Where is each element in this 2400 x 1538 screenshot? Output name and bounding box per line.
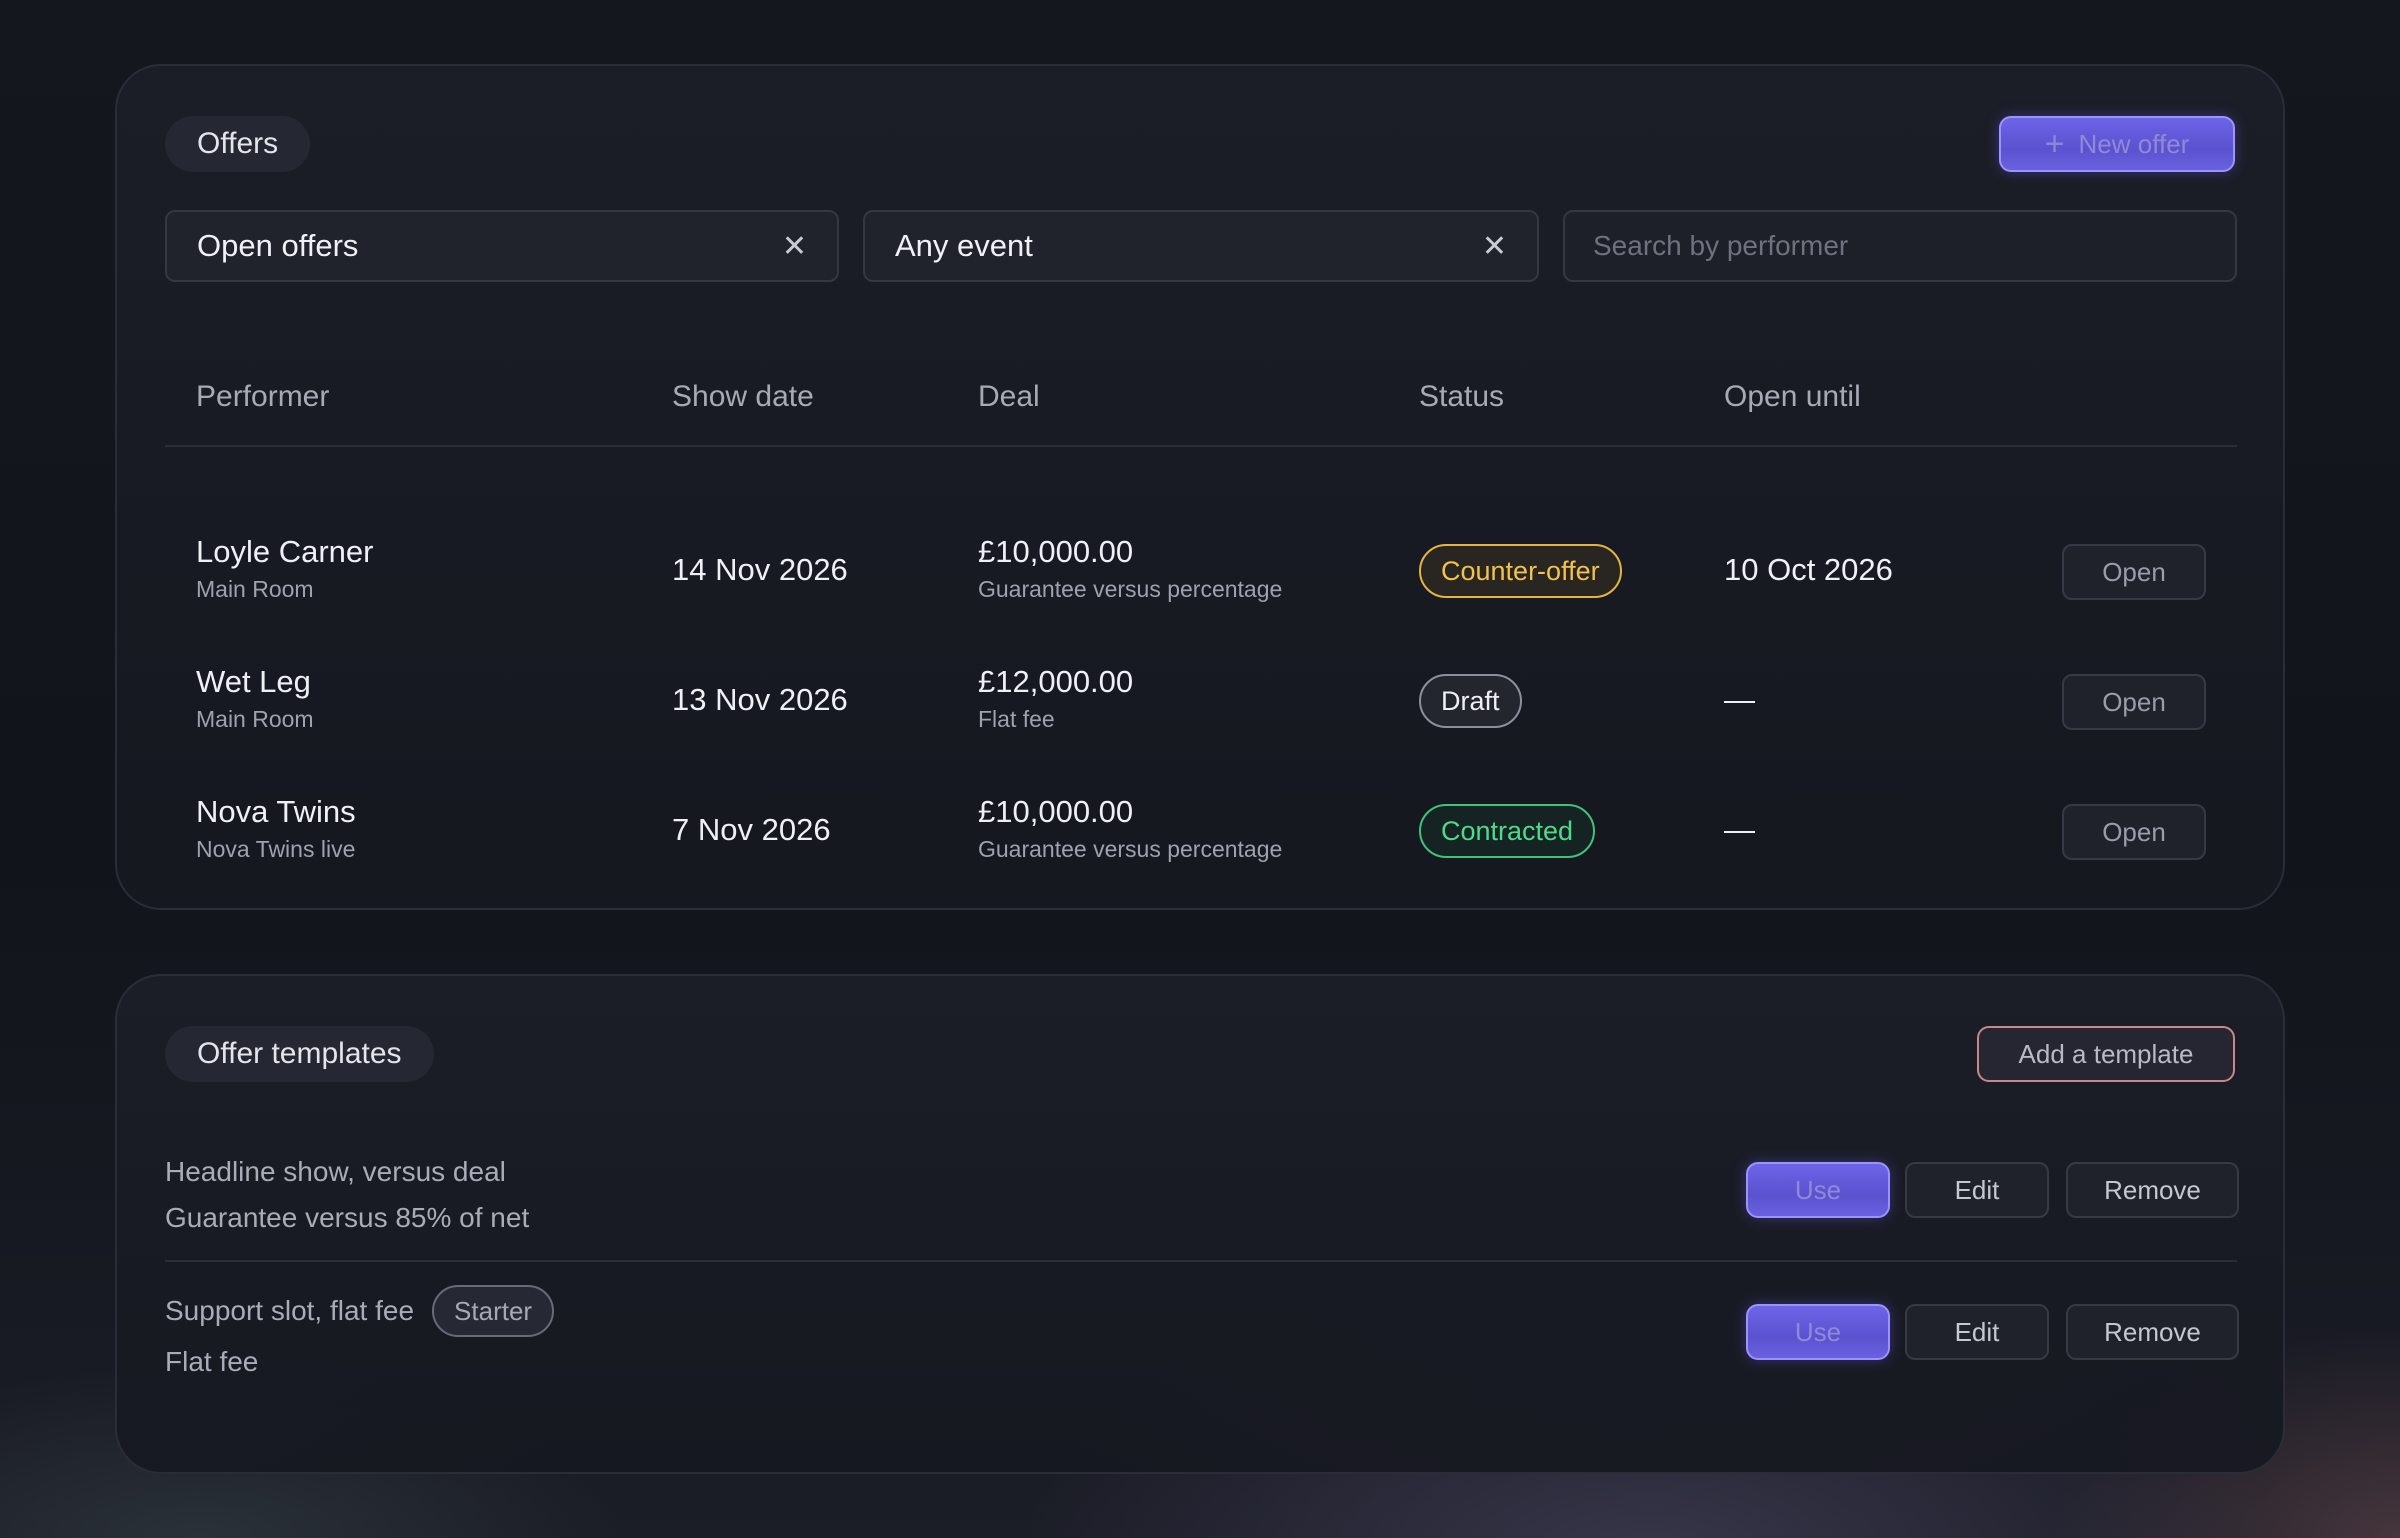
deal-type: Guarantee versus percentage: [978, 576, 1283, 602]
performer-name: Nova Twins: [196, 794, 356, 829]
starter-tag: Starter: [432, 1285, 555, 1337]
open-until: —: [1724, 682, 1755, 717]
show-date: 14 Nov 2026: [672, 552, 848, 587]
offer-templates-panel: Offer templates Add a template Headline …: [115, 974, 2285, 1474]
add-template-button[interactable]: Add a template: [1977, 1026, 2235, 1082]
open-until: —: [1724, 812, 1755, 847]
template-divider: [165, 1260, 2237, 1262]
open-offer-button[interactable]: Open: [2062, 544, 2206, 600]
show-date: 13 Nov 2026: [672, 682, 848, 717]
deal-type: Guarantee versus percentage: [978, 836, 1283, 862]
column-header-performer: Performer: [196, 380, 330, 413]
status-badge: Counter-offer: [1419, 544, 1622, 598]
status-filter[interactable]: Open offers ✕: [165, 210, 839, 282]
performer-venue: Main Room: [196, 576, 314, 602]
status-badge: Contracted: [1419, 804, 1596, 858]
event-filter[interactable]: Any event ✕: [863, 210, 1539, 282]
performer-venue: Main Room: [196, 706, 314, 732]
column-header-deal: Deal: [978, 380, 1040, 413]
remove-template-button[interactable]: Remove: [2066, 1162, 2239, 1218]
status-filter-value: Open offers: [197, 228, 359, 263]
performer-search-input[interactable]: [1563, 210, 2237, 282]
column-header-open-until: Open until: [1724, 380, 1861, 413]
new-offer-label: New offer: [2078, 128, 2190, 159]
table-row: Loyle Carner Main Room 14 Nov 2026 £10,0…: [117, 508, 2287, 638]
template-name: Support slot, flat fee Starter: [165, 1285, 555, 1337]
deal-amount: £10,000.00: [978, 794, 1134, 829]
table-row: Wet Leg Main Room 13 Nov 2026 £12,000.00…: [117, 638, 2287, 768]
plus-icon: +: [2044, 124, 2065, 163]
table-header-divider: [165, 445, 2237, 447]
show-date: 7 Nov 2026: [672, 812, 831, 847]
remove-template-button[interactable]: Remove: [2066, 1304, 2239, 1360]
open-offer-button[interactable]: Open: [2062, 804, 2206, 860]
status-badge: Draft: [1419, 674, 1522, 728]
use-template-button[interactable]: Use: [1746, 1304, 1890, 1360]
edit-template-button[interactable]: Edit: [1905, 1162, 2049, 1218]
templates-title: Offer templates: [165, 1026, 434, 1082]
new-offer-button[interactable]: + New offer: [1999, 116, 2235, 172]
open-offer-button[interactable]: Open: [2062, 674, 2206, 730]
deal-amount: £12,000.00: [978, 664, 1134, 699]
column-header-show-date: Show date: [672, 380, 814, 413]
deal-type: Flat fee: [978, 706, 1055, 732]
deal-amount: £10,000.00: [978, 534, 1134, 569]
clear-event-filter-icon[interactable]: ✕: [1482, 229, 1507, 264]
offers-title: Offers: [165, 116, 311, 172]
event-filter-value: Any event: [895, 228, 1033, 263]
table-row: Nova Twins Nova Twins live 7 Nov 2026 £1…: [117, 768, 2287, 898]
template-description: Guarantee versus 85% of net: [165, 1202, 530, 1233]
offers-panel: Offers + New offer Open offers ✕ Any eve…: [115, 64, 2285, 910]
template-name: Headline show, versus deal: [165, 1156, 506, 1188]
edit-template-button[interactable]: Edit: [1905, 1304, 2049, 1360]
performer-venue: Nova Twins live: [196, 836, 356, 862]
open-until: 10 Oct 2026: [1724, 552, 1893, 587]
template-name-text: Headline show, versus deal: [165, 1156, 506, 1187]
column-header-status: Status: [1419, 380, 1505, 413]
template-description: Flat fee: [165, 1346, 259, 1377]
performer-name: Loyle Carner: [196, 534, 374, 569]
use-template-button[interactable]: Use: [1746, 1162, 1890, 1218]
clear-status-filter-icon[interactable]: ✕: [782, 229, 807, 264]
template-name-text: Support slot, flat fee: [165, 1295, 415, 1326]
performer-name: Wet Leg: [196, 664, 311, 699]
